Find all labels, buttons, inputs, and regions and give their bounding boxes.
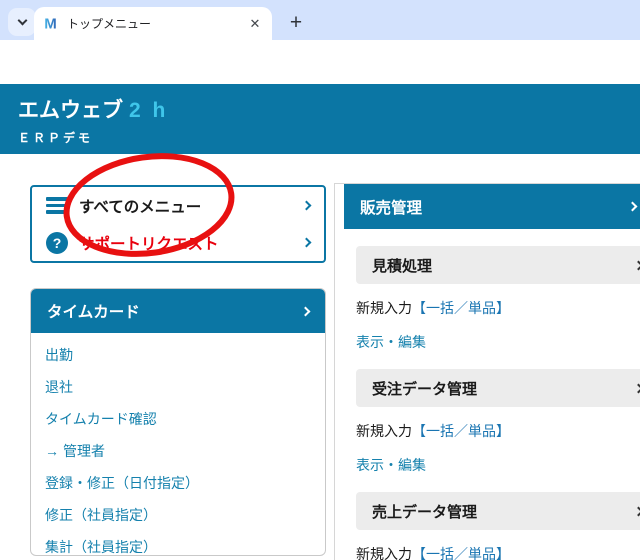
new-entry-label: 新規入力 — [356, 423, 412, 439]
svg-text:M: M — [44, 16, 57, 33]
link-register-correct-date[interactable]: 登録・修正（日付指定） — [45, 473, 311, 493]
menu-line: 表示・編集 — [356, 332, 640, 352]
link-correct-employee[interactable]: 修正（社員指定） — [45, 505, 311, 525]
link-batch-single[interactable]: 【一括／単品】 — [412, 300, 510, 316]
subsection-sales-data[interactable]: 売上データ管理 — [356, 492, 640, 530]
menu-line: 新規入力【一括／単品】 — [356, 544, 640, 560]
chevron-right-icon — [301, 237, 312, 248]
favicon-m-icon: M — [44, 16, 57, 33]
site-title-accent: 2 h — [129, 99, 169, 122]
sales-header[interactable]: 販売管理 — [344, 184, 640, 229]
link-tally-employee[interactable]: 集計（社員指定） — [45, 537, 311, 555]
menu-line: 新規入力【一括／単品】 — [356, 298, 640, 318]
browser-tab[interactable]: M トップメニュー ✕ — [34, 7, 272, 40]
subsection-quote-processing[interactable]: 見積処理 — [356, 246, 640, 284]
sales-header-label: 販売管理 — [360, 199, 423, 217]
site-header: エムウェブ 2 h ＥＲＰデモ — [0, 84, 640, 154]
new-entry-label: 新規入力 — [356, 300, 412, 316]
arrow-right-icon: → — [45, 443, 59, 459]
link-batch-single[interactable]: 【一括／単品】 — [412, 423, 510, 439]
link-batch-single[interactable]: 【一括／単品】 — [412, 546, 510, 560]
link-display-edit[interactable]: 表示・編集 — [356, 457, 426, 473]
timecard-links: 出勤 退社 タイムカード確認 → 管理者 登録・修正（日付指定） 修正（社員指定）… — [31, 333, 325, 555]
hamburger-icon — [46, 197, 68, 214]
link-clock-in[interactable]: 出勤 — [45, 345, 311, 365]
link-clock-out[interactable]: 退社 — [45, 377, 311, 397]
tab-strip: M トップメニュー ✕ + — [0, 0, 640, 40]
question-icon: ? — [46, 231, 68, 254]
new-tab-button[interactable]: + — [282, 9, 310, 37]
sales-content: 見積処理 新規入力【一括／単品】 表示・編集 受注データ管理 新規入力【一括／単… — [344, 246, 640, 560]
all-menu-label: すべてのメニュー — [79, 198, 202, 216]
sales-card: 販売管理 見積処理 新規入力【一括／単品】 表示・編集 受注データ管理 新規入力… — [334, 183, 640, 560]
chevron-right-icon — [300, 306, 311, 316]
browser-toolbar: ← → rooster.m-tone.pink/m2h/gas/kick.htm — [0, 40, 640, 121]
tab-close-icon[interactable]: ✕ — [246, 15, 264, 33]
tab-title: トップメニュー — [67, 17, 152, 31]
site-title: エムウェブ 2 h — [18, 94, 640, 124]
chevron-right-icon — [301, 200, 312, 211]
menu-line: 表示・編集 — [356, 455, 640, 475]
site-subtitle: ＥＲＰデモ — [18, 131, 94, 145]
subsection-order-data[interactable]: 受注データ管理 — [356, 369, 640, 407]
menu-line: 新規入力【一括／単品】 — [356, 421, 640, 441]
support-request-label: サポートリクエスト — [79, 235, 219, 253]
timecard-header-label: タイムカード — [47, 304, 140, 321]
site-title-main: エムウェブ — [18, 99, 123, 122]
timecard-header[interactable]: タイムカード — [31, 289, 325, 333]
all-menu-item[interactable]: すべてのメニュー — [32, 187, 324, 224]
chevron-down-icon — [17, 15, 27, 26]
link-display-edit[interactable]: 表示・編集 — [356, 334, 426, 350]
new-entry-label: 新規入力 — [356, 546, 412, 560]
tab-search-button[interactable] — [8, 8, 36, 36]
menu-box: すべてのメニュー ? サポートリクエスト — [30, 185, 326, 263]
chevron-right-icon — [627, 201, 638, 212]
timecard-card: タイムカード 出勤 退社 タイムカード確認 → 管理者 登録・修正（日付指定） 修… — [30, 288, 326, 556]
support-request-item[interactable]: ? サポートリクエスト — [32, 224, 324, 261]
link-administrator[interactable]: → 管理者 — [45, 441, 311, 461]
link-timecard-check[interactable]: タイムカード確認 — [45, 409, 311, 429]
